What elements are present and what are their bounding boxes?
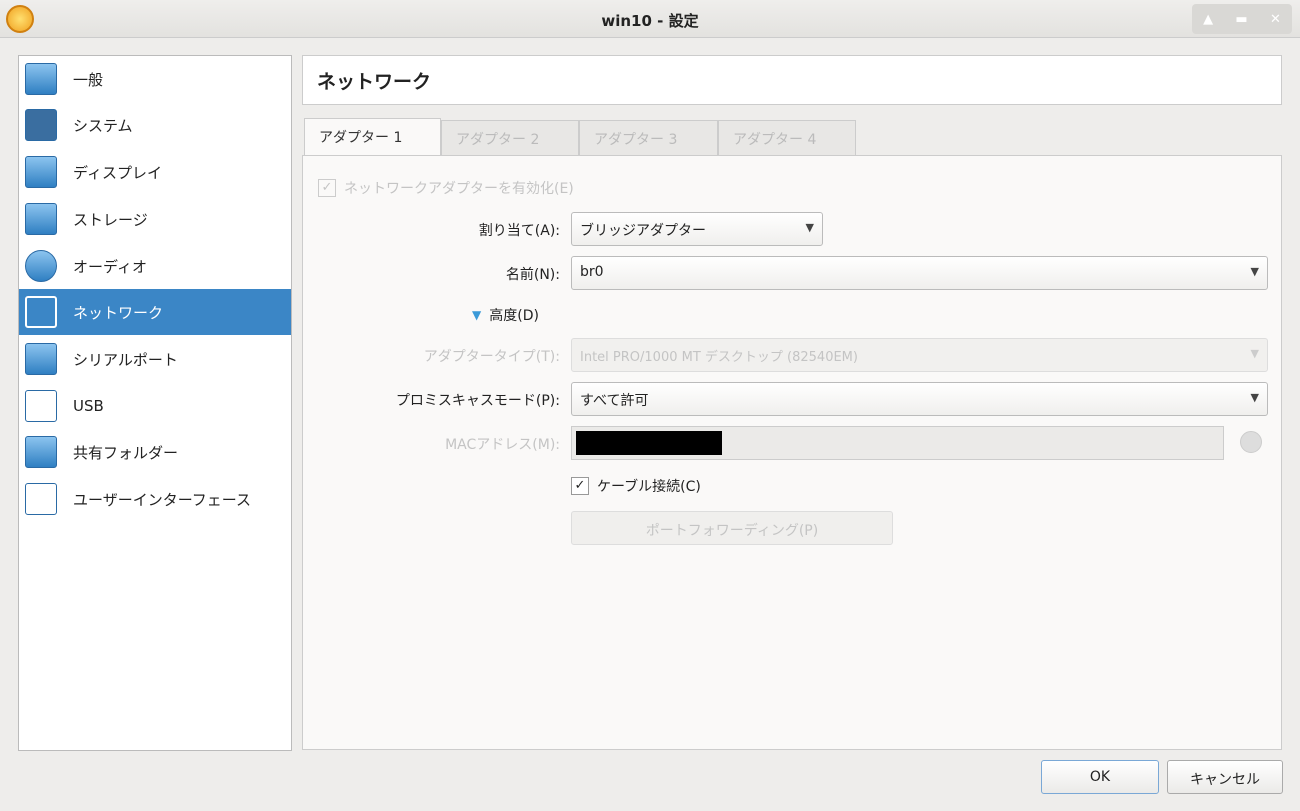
cable-connected-checkbox[interactable]: ✓ ケーブル接続(C) — [571, 476, 701, 496]
sidebar-item-general[interactable]: 一般 — [19, 56, 291, 102]
tab-adapter-1[interactable]: アダプター 1 — [304, 118, 441, 156]
sidebar-item-usb[interactable]: USB — [19, 383, 291, 429]
name-label: 名前(N): — [505, 267, 560, 283]
promisc-value: すべて許可 — [580, 393, 649, 409]
minimize-icon[interactable]: ▲ — [1203, 12, 1213, 27]
refresh-mac-icon[interactable] — [1240, 431, 1262, 453]
checkbox-checked-icon: ✓ — [571, 477, 589, 495]
sidebar-item-label: ネットワーク — [73, 303, 164, 322]
redacted-mac — [576, 431, 722, 455]
serial-port-icon — [25, 343, 57, 375]
sidebar-item-label: システム — [73, 116, 133, 135]
user-interface-icon — [25, 483, 57, 515]
tab-adapter-3[interactable]: アダプター 3 — [579, 120, 718, 156]
system-icon — [25, 109, 57, 141]
sidebar-item-label: ストレージ — [73, 210, 148, 229]
checkbox-checked-icon: ✓ — [318, 179, 336, 197]
network-icon — [25, 296, 57, 328]
name-value: br0 — [580, 264, 604, 280]
adapter-type-label: アダプタータイプ(T): — [423, 349, 560, 365]
cancel-button[interactable]: キャンセル — [1167, 760, 1283, 794]
sidebar-item-serial-ports[interactable]: シリアルポート — [19, 336, 291, 382]
sidebar-item-display[interactable]: ディスプレイ — [19, 149, 291, 195]
mac-label: MACアドレス(M): — [445, 437, 560, 453]
advanced-label: 高度(D) — [489, 308, 539, 324]
expand-arrow-icon: ▼ — [472, 308, 482, 322]
chevron-down-icon: ▼ — [1250, 391, 1259, 404]
name-select[interactable]: br0 ▼ — [571, 256, 1268, 290]
close-icon[interactable]: ✕ — [1270, 12, 1281, 27]
usb-icon — [25, 390, 57, 422]
sidebar-item-system[interactable]: システム — [19, 102, 291, 148]
storage-icon — [25, 203, 57, 235]
promisc-select[interactable]: すべて許可 ▼ — [571, 382, 1268, 416]
sidebar-item-label: オーディオ — [73, 257, 147, 276]
promisc-label: プロミスキャスモード(P): — [395, 393, 560, 409]
sidebar-item-label: USB — [73, 397, 104, 415]
cable-connected-label: ケーブル接続(C) — [597, 479, 701, 495]
chevron-down-icon: ▼ — [805, 221, 814, 234]
chevron-down-icon: ▼ — [1250, 347, 1259, 360]
attach-select[interactable]: ブリッジアダプター ▼ — [571, 212, 823, 246]
attach-label: 割り当て(A): — [478, 223, 560, 239]
display-icon — [25, 156, 57, 188]
enable-adapter-label: ネットワークアダプターを有効化(E) — [344, 181, 574, 197]
advanced-toggle[interactable]: ▼ 高度(D) — [472, 305, 539, 325]
general-icon — [25, 63, 57, 95]
sidebar-item-network[interactable]: ネットワーク — [19, 289, 291, 335]
sidebar-item-label: シリアルポート — [73, 350, 178, 369]
audio-icon — [25, 250, 57, 282]
tab-adapter-2[interactable]: アダプター 2 — [441, 120, 579, 156]
port-forwarding-button[interactable]: ポートフォワーディング(P) — [571, 511, 893, 545]
sidebar-item-label: 一般 — [73, 70, 104, 89]
tab-adapter-4[interactable]: アダプター 4 — [718, 120, 856, 156]
sidebar-item-shared-folders[interactable]: 共有フォルダー — [19, 429, 291, 475]
sidebar-item-storage[interactable]: ストレージ — [19, 196, 291, 242]
folder-icon — [25, 436, 57, 468]
sidebar-item-label: ディスプレイ — [73, 163, 162, 182]
title-bar: win10 - 設定 ▲ ▬ ✕ — [0, 0, 1300, 38]
adapter-type-value: Intel PRO/1000 MT デスクトップ (82540EM) — [580, 350, 858, 365]
sidebar-item-user-interface[interactable]: ユーザーインターフェース — [19, 476, 291, 522]
attach-value: ブリッジアダプター — [580, 223, 706, 239]
page-title: ネットワーク — [302, 55, 1282, 105]
maximize-icon[interactable]: ▬ — [1235, 12, 1247, 27]
enable-adapter-checkbox[interactable]: ✓ ネットワークアダプターを有効化(E) — [318, 178, 574, 198]
settings-sidebar: 一般 システム ディスプレイ ストレージ オーディオ ネットワーク シリアルポー… — [18, 55, 292, 751]
sidebar-item-audio[interactable]: オーディオ — [19, 243, 291, 289]
window-title: win10 - 設定 — [601, 12, 699, 30]
mac-address-input[interactable] — [571, 426, 1224, 460]
ok-button[interactable]: OK — [1041, 760, 1159, 794]
adapter-type-select[interactable]: Intel PRO/1000 MT デスクトップ (82540EM) ▼ — [571, 338, 1268, 372]
sidebar-item-label: 共有フォルダー — [73, 443, 179, 462]
sidebar-item-label: ユーザーインターフェース — [73, 490, 252, 509]
window-controls: ▲ ▬ ✕ — [1192, 4, 1292, 34]
chevron-down-icon: ▼ — [1250, 265, 1259, 278]
